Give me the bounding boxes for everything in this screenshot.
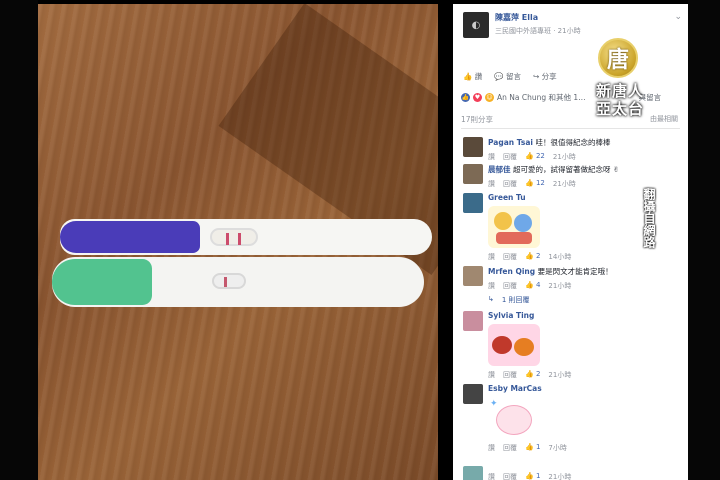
comment-time[interactable]: 21小時 bbox=[553, 179, 576, 189]
like-button[interactable]: 👍 讚 bbox=[463, 71, 482, 82]
sort-comments[interactable]: 由最相關 bbox=[650, 114, 678, 124]
sticker-image[interactable] bbox=[488, 324, 540, 366]
comment-like-button[interactable]: 讚 bbox=[488, 152, 495, 162]
view-replies-link[interactable]: ↳ 1 則回覆 bbox=[488, 295, 613, 305]
comment-like-button[interactable]: 讚 bbox=[488, 252, 495, 262]
comment-item: Esby MarCas ✦ 讚 回覆 👍 1 7小時 bbox=[463, 384, 567, 453]
comment-like-button[interactable]: 讚 bbox=[488, 443, 495, 453]
comment-item: 讚 回覆 👍 1 21小時 bbox=[463, 466, 571, 480]
logo-emblem: 唐 bbox=[598, 38, 638, 78]
comment-like-button[interactable]: 讚 bbox=[488, 179, 495, 189]
commenter-name[interactable]: Pagan Tsai bbox=[488, 138, 533, 147]
comment-text: 要是閃文才能肯定哦！ bbox=[537, 267, 613, 276]
result-window bbox=[210, 228, 258, 246]
comment-reply-button[interactable]: 回覆 bbox=[503, 443, 517, 453]
comment-like-button[interactable]: 讚 bbox=[488, 472, 495, 480]
post-photo[interactable] bbox=[38, 4, 438, 480]
reactions-text: An Na Chung 和其他 1… bbox=[497, 93, 586, 102]
comment-item: Green Tu 讚 回覆 👍 2 14小時 bbox=[463, 193, 571, 262]
like-reaction-icon: 👍 bbox=[461, 93, 470, 102]
comment-time[interactable]: 7小時 bbox=[548, 443, 566, 453]
commenter-name[interactable]: Sylvia Ting bbox=[488, 311, 571, 320]
comment-meta: 讚 回覆 👍 12 21小時 bbox=[488, 179, 619, 189]
logo-name: 新唐人亞太台 bbox=[595, 82, 644, 118]
commenter-name[interactable]: Esby MarCas bbox=[488, 384, 567, 393]
comment-like-count: 👍 1 bbox=[525, 443, 541, 451]
comment-like-count: 👍 22 bbox=[525, 152, 545, 160]
like-label: 讚 bbox=[474, 72, 483, 81]
comment-item: Mrfen Qing 要是閃文才能肯定哦！ 讚 回覆 👍 4 21小時 ↳ 1 … bbox=[463, 266, 613, 305]
control-line bbox=[238, 233, 241, 245]
chevron-down-icon[interactable]: ⌄ bbox=[674, 12, 682, 22]
commenter-name[interactable]: Green Tu bbox=[488, 193, 571, 202]
post-meta: 三民國中外語專班 · 21小時 bbox=[495, 27, 581, 35]
commenter-name[interactable]: Mrfen Qing bbox=[488, 267, 535, 276]
post-actions: 👍 讚 💬 留言 ↪ 分享 bbox=[463, 71, 557, 82]
comment-like-count: 👍 1 bbox=[525, 472, 541, 480]
post-header: ◐ 陳嘉萍 Ella 三民國中外語專班 · 21小時 bbox=[463, 12, 581, 38]
test-line bbox=[224, 277, 227, 287]
comment-reply-button[interactable]: 回覆 bbox=[503, 370, 517, 380]
left-black-border bbox=[0, 0, 38, 480]
commenter-avatar[interactable] bbox=[463, 266, 483, 286]
divider bbox=[461, 128, 680, 129]
right-black-border bbox=[688, 0, 720, 480]
author-avatar[interactable]: ◐ bbox=[463, 12, 489, 38]
comment-meta: 讚 回覆 👍 1 21小時 bbox=[488, 472, 571, 480]
comment-item: Pagan Tsai 哇！很值得紀念的棒棒 讚 回覆 👍 22 21小時 bbox=[463, 137, 611, 162]
result-window bbox=[212, 273, 246, 289]
comment-reply-button[interactable]: 回覆 bbox=[503, 152, 517, 162]
comment-time[interactable]: 21小時 bbox=[548, 281, 571, 291]
green-cap bbox=[52, 259, 152, 305]
love-reaction-icon: ♥ bbox=[473, 93, 482, 102]
test-line bbox=[226, 233, 229, 245]
comment-reply-button[interactable]: 回覆 bbox=[503, 179, 517, 189]
comment-like-count: 👍 4 bbox=[525, 281, 541, 289]
pregnancy-test-purple bbox=[60, 219, 432, 255]
commenter-name[interactable]: 晨郁佳 bbox=[488, 165, 511, 174]
comment-like-count: 👍 2 bbox=[525, 370, 541, 378]
comment-reply-button[interactable]: 回覆 bbox=[503, 281, 517, 291]
comment-time[interactable]: 21小時 bbox=[548, 472, 571, 480]
purple-cap bbox=[60, 221, 200, 253]
comment-button[interactable]: 💬 留言 bbox=[494, 71, 521, 82]
ntd-logo: 唐 新唐人亞太台 bbox=[590, 38, 650, 124]
comment-text: 哇！很值得紀念的棒棒 bbox=[535, 138, 611, 147]
share-label: 分享 bbox=[541, 72, 557, 81]
comment-meta: 讚 回覆 👍 2 14小時 bbox=[488, 252, 571, 262]
author-name[interactable]: 陳嘉萍 Ella bbox=[495, 12, 581, 23]
comment-time[interactable]: 14小時 bbox=[548, 252, 571, 262]
comment-meta: 讚 回覆 👍 22 21小時 bbox=[488, 152, 611, 162]
comment-meta: 讚 回覆 👍 1 7小時 bbox=[488, 443, 567, 453]
sticker-image[interactable]: ✦ bbox=[488, 397, 540, 439]
comment-item: 晨郁佳 超可愛的，試得留著做紀念呀 ✌ 讚 回覆 👍 12 21小時 bbox=[463, 164, 619, 189]
comment-label: 留言 bbox=[505, 72, 521, 81]
comment-like-button[interactable]: 讚 bbox=[488, 370, 495, 380]
commenter-avatar[interactable] bbox=[463, 164, 483, 184]
comment-meta: 讚 回覆 👍 2 21小時 bbox=[488, 370, 571, 380]
haha-reaction-icon: ☺ bbox=[485, 93, 494, 102]
commenter-avatar[interactable] bbox=[463, 193, 483, 213]
comment-meta: 讚 回覆 👍 4 21小時 bbox=[488, 281, 613, 291]
commenter-avatar[interactable] bbox=[463, 137, 483, 157]
commenter-avatar[interactable] bbox=[463, 466, 483, 480]
share-button[interactable]: ↪ 分享 bbox=[533, 71, 557, 82]
comment-like-count: 👍 12 bbox=[525, 179, 545, 187]
commenter-avatar[interactable] bbox=[463, 384, 483, 404]
pregnancy-test-green bbox=[52, 257, 424, 307]
source-caption: 翻攝自網路 bbox=[642, 188, 656, 248]
shares-count[interactable]: 17則分享 bbox=[461, 114, 493, 125]
comment-time[interactable]: 21小時 bbox=[553, 152, 576, 162]
comment-reply-button[interactable]: 回覆 bbox=[503, 252, 517, 262]
comment-like-button[interactable]: 讚 bbox=[488, 281, 495, 291]
comment-text: 超可愛的，試得留著做紀念呀 ✌ bbox=[513, 165, 620, 174]
sticker-image[interactable] bbox=[488, 206, 540, 248]
comment-time[interactable]: 21小時 bbox=[548, 370, 571, 380]
commenter-avatar[interactable] bbox=[463, 311, 483, 331]
comment-reply-button[interactable]: 回覆 bbox=[503, 472, 517, 480]
comment-item: Sylvia Ting 讚 回覆 👍 2 21小時 bbox=[463, 311, 571, 380]
comment-like-count: 👍 2 bbox=[525, 252, 541, 260]
